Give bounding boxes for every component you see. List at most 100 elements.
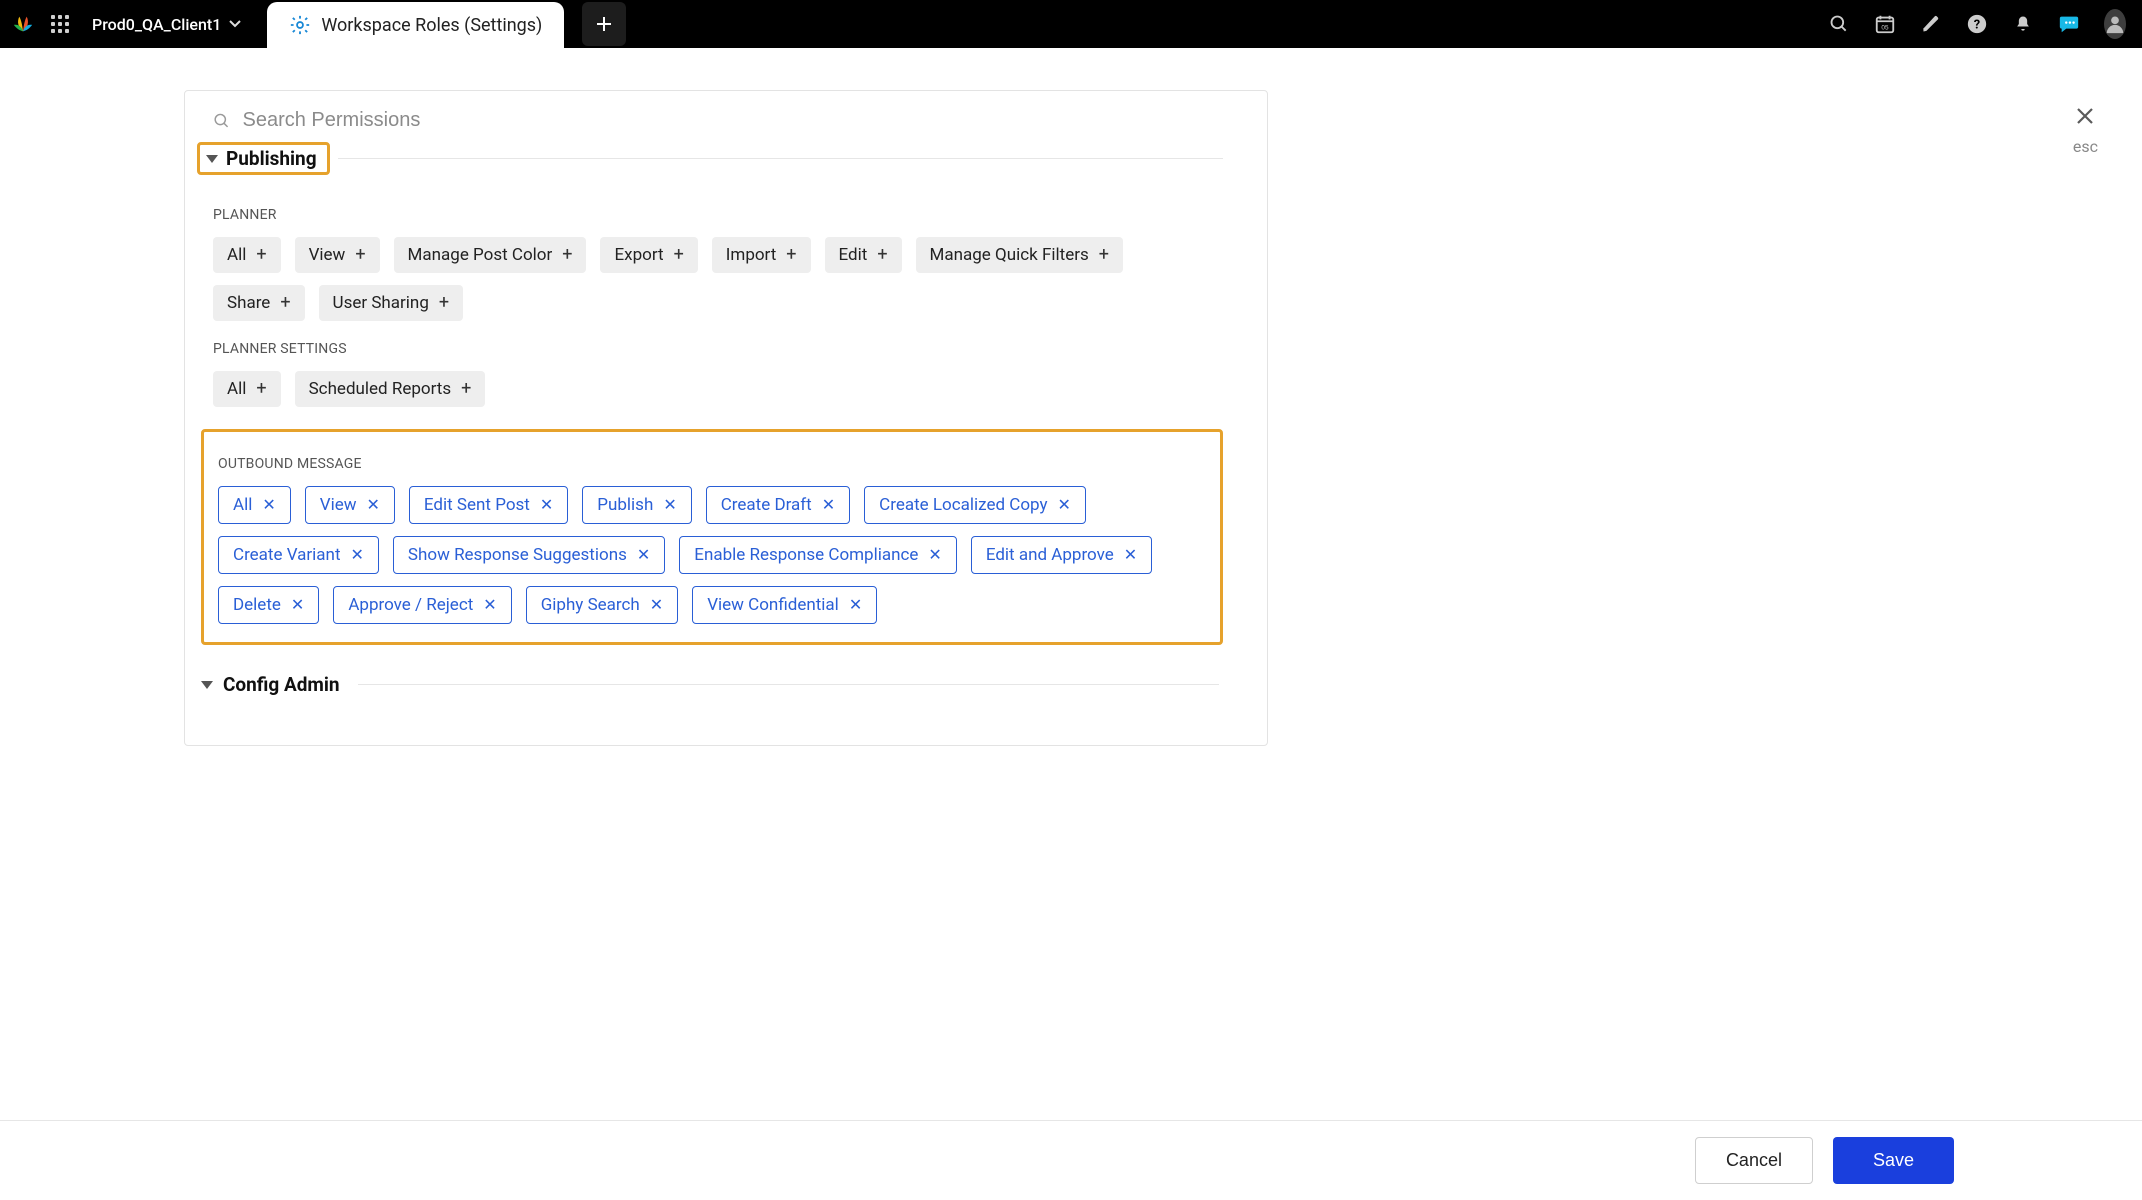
permission-chip-planner-5[interactable]: Edit+ <box>825 237 902 273</box>
permission-chip-planner-settings-0[interactable]: All + <box>213 371 281 407</box>
plus-icon: + <box>280 294 290 312</box>
plus-icon: + <box>439 294 449 312</box>
chip-label: All <box>233 495 252 515</box>
chip-label: Manage Post Color <box>408 245 553 265</box>
permission-chip-planner-0[interactable]: All+ <box>213 237 281 273</box>
chevron-down-icon <box>201 681 213 689</box>
gear-icon <box>289 14 311 36</box>
chip-label: Edit <box>839 245 868 265</box>
chip-label: Export <box>614 245 663 265</box>
section-title-publishing: Publishing <box>226 147 317 170</box>
plus-icon: + <box>256 380 266 398</box>
chips-outbound-message: All✕View✕Edit Sent Post✕Publish✕Create D… <box>206 486 1206 624</box>
workspace-selector[interactable]: Prod0_QA_Client1 <box>92 15 241 34</box>
plus-icon: + <box>562 246 572 264</box>
save-button[interactable]: Save <box>1833 1137 1954 1184</box>
remove-x-icon[interactable]: ✕ <box>637 547 650 563</box>
remove-x-icon[interactable]: ✕ <box>367 497 380 513</box>
plus-icon: + <box>1099 246 1109 264</box>
chips-planner-settings: All + Scheduled Reports+ <box>197 371 1223 407</box>
permission-chip-outbound-4[interactable]: Create Draft✕ <box>706 486 850 524</box>
search-icon[interactable] <box>1828 13 1850 35</box>
permission-chip-planner-6[interactable]: Manage Quick Filters + <box>916 237 1123 273</box>
permission-chip-outbound-2[interactable]: Edit Sent Post✕ <box>409 486 568 524</box>
chip-label: Create Variant <box>233 545 341 565</box>
bell-icon[interactable] <box>2012 13 2034 35</box>
apps-launcher-icon[interactable] <box>50 14 70 34</box>
permission-chip-outbound-6[interactable]: Create Variant ✕ <box>218 536 379 574</box>
chip-label: User Sharing <box>333 293 429 313</box>
chip-label: View <box>320 495 357 515</box>
permission-chip-outbound-5[interactable]: Create Localized Copy✕ <box>864 486 1086 524</box>
close-panel-cluster: esc <box>2073 104 2098 156</box>
remove-x-icon[interactable]: ✕ <box>291 597 304 613</box>
topbar-icons-group: 05 ? <box>1828 13 2126 35</box>
close-icon <box>2073 104 2097 128</box>
outbound-message-highlight-box: OUTBOUND MESSAGE All✕View✕Edit Sent Post… <box>201 429 1223 645</box>
permission-chip-planner-8[interactable]: User Sharing + <box>319 285 464 321</box>
permissions-panel: Publishing PLANNER All+View+Manage Post … <box>184 90 1268 746</box>
edit-pencil-icon[interactable] <box>1920 13 1942 35</box>
chip-label: Enable Response Compliance <box>694 545 918 565</box>
remove-x-icon[interactable]: ✕ <box>849 597 862 613</box>
active-tab-workspace-roles[interactable]: Workspace Roles (Settings) <box>267 2 564 48</box>
permission-chip-planner-2[interactable]: Manage Post Color + <box>394 237 587 273</box>
permission-chip-outbound-9[interactable]: Edit and Approve✕ <box>971 536 1152 574</box>
section-row-publishing: Publishing <box>197 142 1223 175</box>
calendar-icon[interactable]: 05 <box>1874 13 1896 35</box>
permission-chip-outbound-3[interactable]: Publish ✕ <box>582 486 691 524</box>
topbar-header: Prod0_QA_Client1 Workspace Roles (Settin… <box>0 0 2142 48</box>
remove-x-icon[interactable]: ✕ <box>1124 547 1137 563</box>
chip-label: Scheduled Reports <box>309 379 452 399</box>
permission-chip-planner-4[interactable]: Import+ <box>712 237 811 273</box>
page-canvas: Publishing PLANNER All+View+Manage Post … <box>0 48 2142 1200</box>
workspace-name: Prod0_QA_Client1 <box>92 15 221 34</box>
chip-label: All <box>227 379 246 399</box>
permission-chip-outbound-10[interactable]: Delete ✕ <box>218 586 319 624</box>
remove-x-icon[interactable]: ✕ <box>540 497 553 513</box>
remove-x-icon[interactable]: ✕ <box>351 547 364 563</box>
chat-icon[interactable] <box>2058 13 2080 35</box>
remove-x-icon[interactable]: ✕ <box>483 597 496 613</box>
search-icon <box>213 112 230 130</box>
svg-text:05: 05 <box>1881 25 1889 32</box>
group-label-outbound-message: OUTBOUND MESSAGE <box>206 436 1206 486</box>
chip-label: Share <box>227 293 270 313</box>
remove-x-icon[interactable]: ✕ <box>928 547 941 563</box>
section-toggle-config-admin[interactable]: Config Admin <box>197 669 1223 700</box>
permission-chip-outbound-8[interactable]: Enable Response Compliance ✕ <box>679 536 957 574</box>
section-toggle-publishing[interactable]: Publishing <box>197 142 330 175</box>
chip-label: Delete <box>233 595 281 615</box>
chip-label: Import <box>726 245 777 265</box>
cancel-button[interactable]: Cancel <box>1695 1137 1813 1184</box>
chip-label: Publish <box>597 495 653 515</box>
app-logo-icon[interactable] <box>12 13 34 35</box>
permission-chip-outbound-12[interactable]: Giphy Search✕ <box>526 586 679 624</box>
remove-x-icon[interactable]: ✕ <box>1058 497 1071 513</box>
remove-x-icon[interactable]: ✕ <box>663 497 676 513</box>
permission-chip-planner-7[interactable]: Share + <box>213 285 305 321</box>
esc-label: esc <box>2073 137 2098 156</box>
permission-chip-outbound-1[interactable]: View ✕ <box>305 486 395 524</box>
permission-chip-outbound-11[interactable]: Approve / Reject✕ <box>333 586 511 624</box>
remove-x-icon[interactable]: ✕ <box>262 497 275 513</box>
search-permissions-input[interactable] <box>242 109 1247 132</box>
permission-chip-outbound-7[interactable]: Show Response Suggestions✕ <box>393 536 665 574</box>
chevron-down-icon <box>229 18 241 30</box>
remove-x-icon[interactable]: ✕ <box>650 597 663 613</box>
plus-icon: + <box>674 246 684 264</box>
permission-chip-planner-settings-1[interactable]: Scheduled Reports+ <box>295 371 486 407</box>
permission-chip-outbound-0[interactable]: All ✕ <box>218 486 291 524</box>
plus-icon: + <box>355 246 365 264</box>
user-avatar-icon[interactable] <box>2104 13 2126 35</box>
group-label-planner-settings: PLANNER SETTINGS <box>197 321 1223 371</box>
chip-label: Manage Quick Filters <box>930 245 1089 265</box>
help-icon[interactable]: ? <box>1966 13 1988 35</box>
remove-x-icon[interactable]: ✕ <box>822 497 835 513</box>
permission-chip-planner-1[interactable]: View+ <box>295 237 380 273</box>
close-button[interactable] <box>2073 104 2097 135</box>
new-tab-button[interactable] <box>582 2 626 46</box>
permission-chip-planner-3[interactable]: Export + <box>600 237 697 273</box>
permission-chip-outbound-13[interactable]: View Confidential✕ <box>692 586 877 624</box>
group-label-planner: PLANNER <box>197 187 1223 237</box>
